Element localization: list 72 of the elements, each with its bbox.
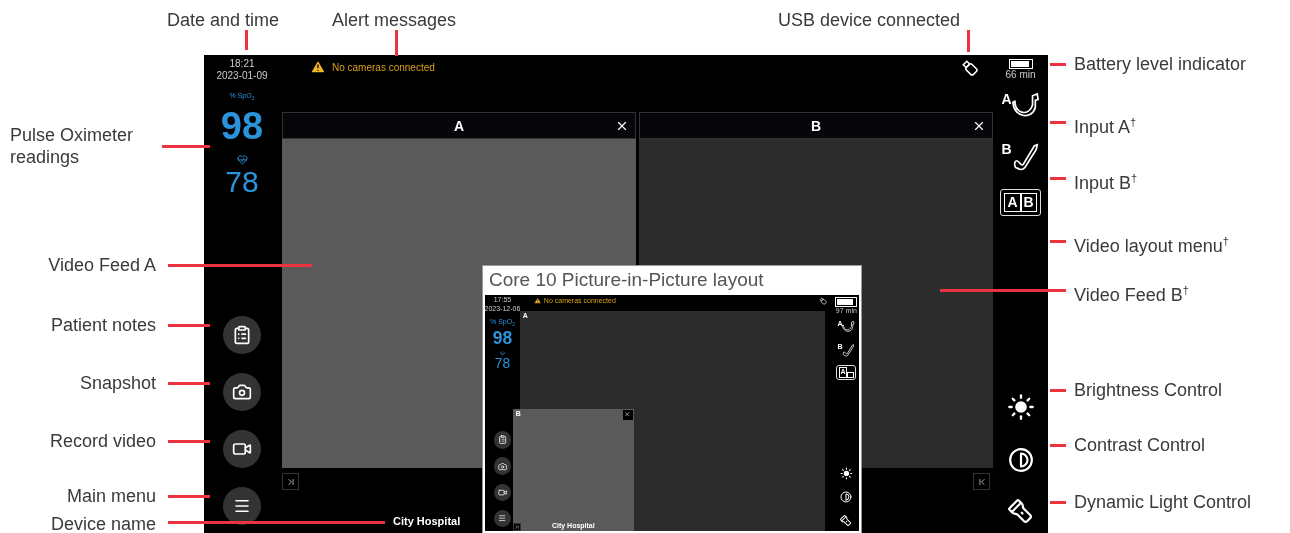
pulse-reading: 78	[494, 356, 511, 372]
main-menu-button[interactable]	[493, 509, 512, 528]
contrast-icon[interactable]	[840, 491, 853, 504]
battery-icon	[1008, 59, 1033, 69]
leader-line	[168, 382, 210, 385]
callout-label: Pulse Oximeter readings	[10, 124, 135, 168]
contrast-icon[interactable]	[1007, 447, 1034, 473]
expand-button[interactable]	[513, 523, 521, 531]
patient-notes-button[interactable]	[493, 431, 512, 449]
clipboard-icon	[232, 325, 252, 345]
chevron-left-icon	[976, 476, 987, 487]
inset-title: Core 10 Picture-in-Picture layout	[488, 268, 765, 292]
callout-label: Snapshot	[79, 372, 156, 394]
expand-button[interactable]	[282, 473, 299, 490]
leader-line	[245, 30, 248, 50]
callout-label: Video Feed A	[48, 254, 156, 276]
usb-stick-icon	[961, 59, 979, 77]
battery-icon	[835, 296, 858, 307]
callout-label: Battery level indicator	[1074, 53, 1247, 75]
leader-line	[168, 495, 210, 498]
spo2-reading: 98	[492, 329, 513, 349]
leader-line	[168, 440, 210, 443]
spo2-reading: 98	[220, 105, 264, 148]
callout-label: USB device connected	[778, 9, 961, 31]
callout-label: Input B$^{†}$	[1074, 171, 1138, 194]
usb-stick-icon	[819, 296, 828, 306]
callout-label: Contrast Control	[1074, 434, 1206, 456]
chevron-right-icon	[514, 524, 520, 531]
callout-label: Input A$^{†}$	[1074, 115, 1137, 138]
feed-label: A	[453, 117, 465, 134]
leader-line	[162, 145, 210, 148]
leader-line	[168, 324, 210, 327]
callout-label: Main menu	[66, 485, 156, 507]
video-camera-icon	[497, 487, 508, 497]
chevron-right-icon	[285, 476, 296, 487]
callout-label: Dynamic Light Control	[1074, 491, 1252, 513]
menu-icon	[498, 514, 507, 523]
camera-icon	[497, 461, 508, 471]
expand-button[interactable]	[973, 473, 990, 490]
brightness-icon[interactable]	[1006, 393, 1035, 421]
flashlight-icon[interactable]	[840, 515, 853, 528]
callout-label: Alert messages	[332, 9, 457, 31]
heart-pulse-icon	[499, 351, 505, 357]
heart-pulse-icon	[236, 153, 248, 165]
menu-icon	[233, 497, 251, 515]
callout-label: Date and time	[167, 9, 280, 31]
device-name: City Hospital	[393, 515, 461, 527]
warning-icon	[310, 59, 326, 75]
time: 18:21	[229, 58, 255, 70]
video-layout-button[interactable]: A B	[1000, 189, 1041, 216]
snapshot-button[interactable]	[493, 457, 512, 475]
record-video-button[interactable]	[223, 430, 261, 468]
record-video-button[interactable]	[493, 483, 512, 502]
leader-line	[395, 30, 398, 56]
camera-icon	[232, 382, 252, 402]
leader-line	[967, 30, 970, 52]
flashlight-icon[interactable]	[1007, 499, 1034, 525]
callout-label: Video layout menu$^{†}$	[1074, 234, 1229, 257]
feed-label: B	[810, 117, 822, 134]
pulse-reading: 78	[225, 164, 259, 198]
date: 2023-01-09	[216, 70, 268, 82]
callout-label: Patient notes	[50, 314, 156, 336]
brightness-icon[interactable]	[839, 466, 853, 480]
callout-label: Device name	[50, 513, 156, 533]
snapshot-button[interactable]	[223, 373, 261, 411]
clipboard-icon	[497, 435, 508, 445]
callout-label: Record video	[49, 430, 156, 452]
battery-time: 66 min	[1005, 69, 1036, 81]
callout-label: Brightness Control	[1074, 379, 1223, 401]
alert-message: No cameras connected	[332, 61, 435, 73]
callout-label: Video Feed B$^{†}$	[1074, 283, 1189, 306]
patient-notes-button[interactable]	[223, 316, 261, 354]
